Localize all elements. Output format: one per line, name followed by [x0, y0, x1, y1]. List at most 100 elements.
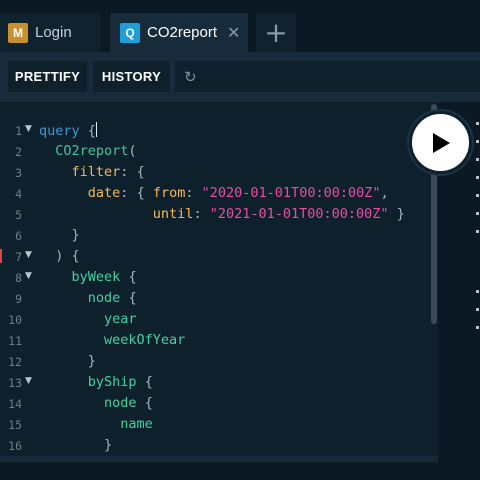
punct: ): [55, 248, 64, 264]
line-number: 13: [8, 376, 22, 390]
punct: (: [128, 143, 137, 159]
punct: {: [136, 164, 145, 180]
field-name: CO2report: [55, 143, 129, 159]
editor-line: 8 ▼ byWeek {: [0, 269, 438, 289]
result-dot: [476, 158, 479, 161]
editor-line: 16 }: [0, 437, 438, 456]
play-icon: [432, 132, 450, 153]
tab-bar: M Login Q CO2report ✕ +: [0, 0, 480, 52]
editor-line: 10 year: [0, 311, 438, 331]
result-dot: [476, 140, 479, 143]
line-number: 9: [15, 292, 22, 306]
close-icon[interactable]: ✕: [227, 23, 240, 42]
tab-badge: M: [8, 22, 28, 43]
punct: :: [185, 185, 194, 201]
line-number: 16: [8, 439, 22, 453]
punct: {: [128, 269, 137, 285]
keyword: query: [39, 123, 80, 139]
punct: {: [144, 395, 153, 411]
punct: }: [87, 353, 96, 369]
editor-line: 7 ▼ ) {: [0, 248, 438, 268]
editor-line: 6 }: [0, 227, 438, 247]
punct: {: [71, 248, 80, 264]
punct: ,: [380, 185, 389, 201]
tab-co2report[interactable]: Q CO2report ✕: [110, 13, 248, 52]
history-button[interactable]: HISTORY: [93, 61, 170, 92]
fold-arrow-icon[interactable]: ▼: [25, 376, 32, 386]
field-name: node: [87, 290, 121, 306]
editor-line: 4 date: { from: "2020-01-01T00:00:00Z",: [0, 185, 438, 205]
toolbar: PRETTIFY HISTORY ↻: [0, 52, 480, 102]
line-number: 15: [8, 418, 22, 432]
line-number: 3: [15, 166, 22, 180]
punct: {: [87, 123, 96, 139]
line-number: 1: [15, 124, 22, 138]
editor-line: 2 CO2report(: [0, 143, 438, 163]
string-value: "2020-01-01T00:00:00Z": [201, 185, 381, 201]
editor-line: 1 ▼ query {: [0, 122, 438, 142]
field-name: name: [120, 416, 153, 432]
editor-line: 12 }: [0, 353, 438, 373]
line-number: 6: [15, 229, 22, 243]
line-number: 12: [8, 355, 22, 369]
argument-name: date: [87, 185, 121, 201]
result-dot: [476, 308, 479, 311]
punct: {: [144, 374, 153, 390]
line-number: 8: [15, 271, 22, 285]
editor-line: 11 weekOfYear: [0, 332, 438, 352]
prettify-button[interactable]: PRETTIFY: [8, 61, 87, 92]
endpoint-input[interactable]: ↻: [175, 61, 480, 92]
result-dot: [476, 122, 479, 125]
string-value: "2021-01-01T00:00:00Z": [209, 206, 389, 222]
field-name: byWeek: [71, 269, 121, 285]
result-dot: [476, 212, 479, 215]
tab-badge: Q: [120, 22, 140, 43]
run-query-button[interactable]: [409, 111, 472, 174]
field-name: year: [104, 311, 137, 327]
fold-arrow-icon[interactable]: ▼: [25, 124, 32, 134]
punct: }: [104, 437, 113, 453]
fold-arrow-icon[interactable]: ▼: [25, 271, 32, 281]
line-number: 11: [8, 334, 22, 348]
line-number: 14: [8, 397, 22, 411]
punct: }: [71, 227, 80, 243]
editor-line: 5 until: "2021-01-01T00:00:00Z" }: [0, 206, 438, 226]
editor-line: 13 ▼ byShip {: [0, 374, 438, 394]
editor-line: 9 node {: [0, 290, 438, 310]
result-dot: [476, 326, 479, 329]
query-editor[interactable]: 1 ▼ query { 2 CO2report( 3 filter: { 4 d…: [0, 102, 438, 456]
punct: {: [128, 290, 137, 306]
result-dot: [476, 290, 479, 293]
tab-label: CO2report: [147, 24, 218, 41]
result-dot: [476, 176, 479, 179]
line-number: 10: [8, 313, 22, 327]
punct: :: [193, 206, 202, 222]
tab-label: Login: [35, 24, 72, 41]
editor-line: 15 name: [0, 416, 438, 436]
result-dot: [476, 230, 479, 233]
field-name: node: [104, 395, 137, 411]
result-dot: [476, 194, 479, 197]
punct: {: [136, 185, 145, 201]
punct: :: [120, 185, 129, 201]
line-number: 5: [15, 208, 22, 222]
field-name: byShip: [87, 374, 137, 390]
argument-name: until: [152, 206, 194, 222]
tab-login[interactable]: M Login: [0, 13, 101, 52]
line-number: 2: [15, 145, 22, 159]
editor-line: 3 filter: {: [0, 164, 438, 184]
field-name: weekOfYear: [104, 332, 186, 348]
punct: }: [396, 206, 405, 222]
punct: :: [120, 164, 129, 180]
reload-icon[interactable]: ↻: [184, 68, 197, 86]
argument-name: filter: [71, 164, 121, 180]
fold-arrow-icon[interactable]: ▼: [25, 250, 32, 260]
editor-line: 14 node {: [0, 395, 438, 415]
add-tab-button[interactable]: +: [256, 13, 296, 52]
line-number: 7: [15, 250, 22, 264]
error-marker: [0, 249, 2, 263]
variables-panel-handle[interactable]: [0, 456, 438, 462]
argument-name: from: [152, 185, 186, 201]
text-cursor: [95, 122, 97, 137]
line-number: 4: [15, 187, 22, 201]
